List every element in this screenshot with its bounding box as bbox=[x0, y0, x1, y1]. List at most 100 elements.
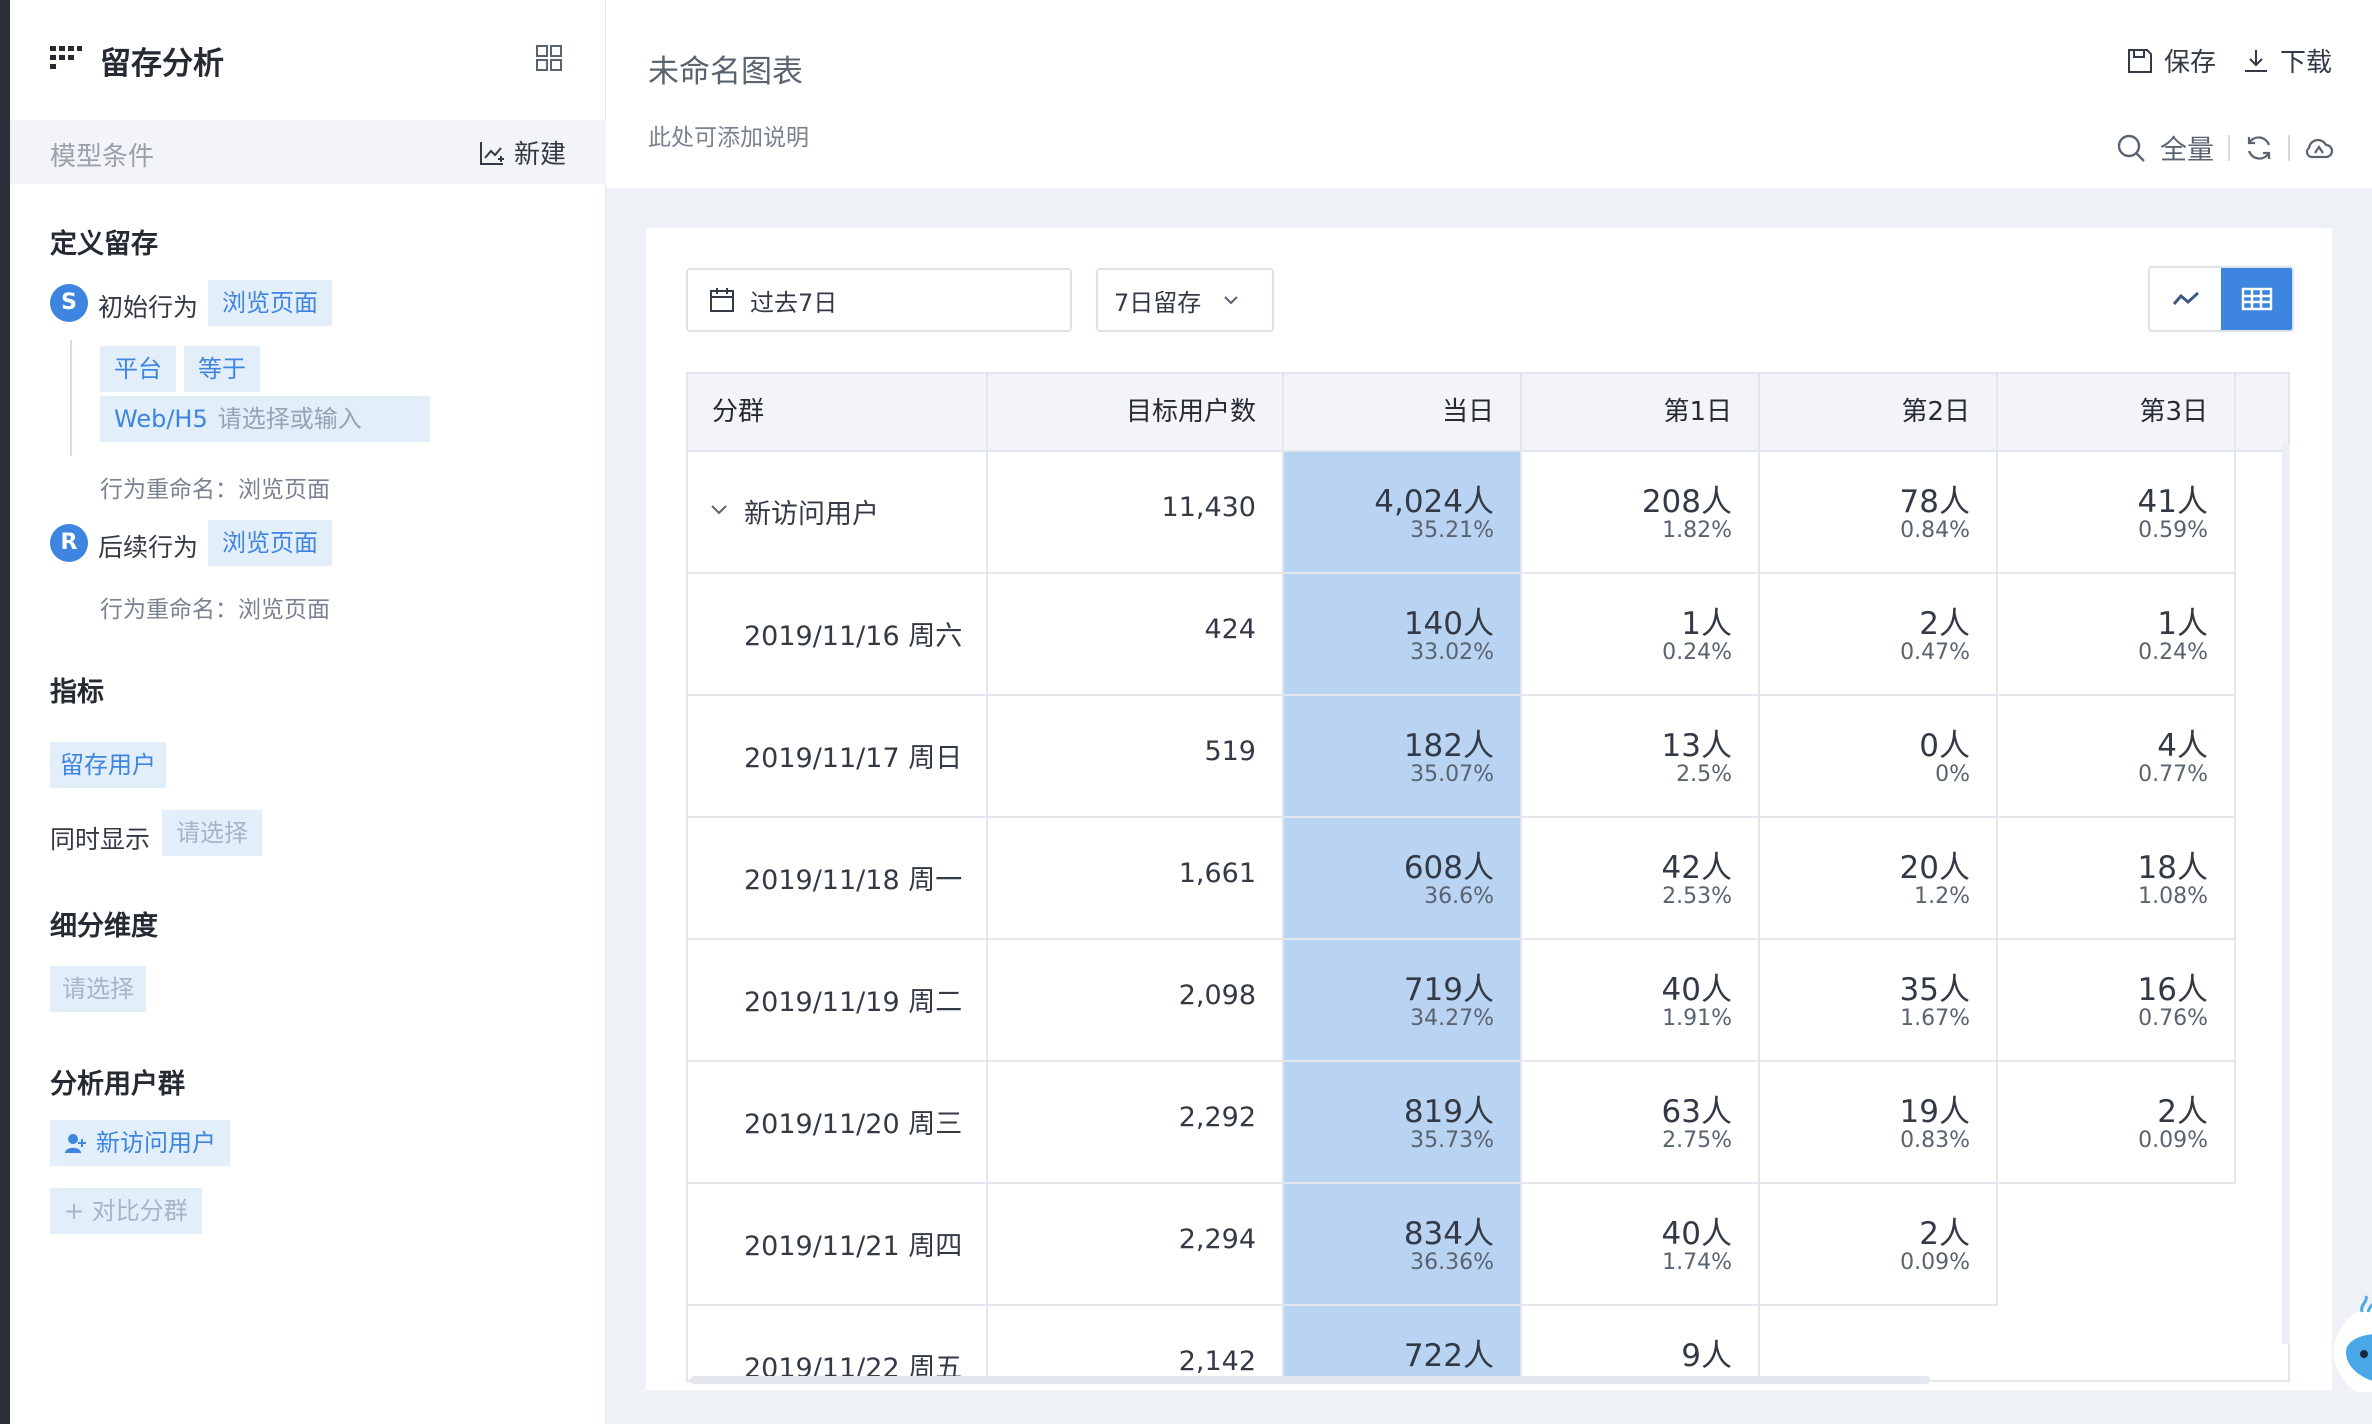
sidebar: 留存分析 模型条件 新建 定义留存 S 初始行为 浏览页面 平台 等于 Web/… bbox=[10, 0, 606, 1424]
followup-event-chip[interactable]: 浏览页面 bbox=[208, 520, 332, 566]
search-icon[interactable] bbox=[2116, 133, 2146, 163]
column-header[interactable]: 第1日 bbox=[1522, 374, 1760, 452]
retention-cell[interactable]: 722人 bbox=[1284, 1306, 1522, 1380]
retention-cell[interactable]: 834人 36.36% bbox=[1284, 1184, 1522, 1306]
target-users-value: 424 bbox=[1204, 614, 1256, 645]
tools-divider bbox=[2228, 134, 2230, 161]
filter-field-chip[interactable]: 平台 bbox=[100, 346, 176, 392]
new-button-label: 新建 bbox=[513, 140, 566, 170]
retention-app-icon bbox=[50, 46, 82, 69]
retention-rate: 1.08% bbox=[2138, 884, 2208, 909]
row-group-label: 2019/11/17 周日 bbox=[744, 743, 963, 774]
retention-cell[interactable]: 41人 0.59% bbox=[1998, 452, 2236, 574]
retention-cell[interactable]: 1人 0.24% bbox=[1998, 574, 2236, 696]
compare-segment-button[interactable]: + 对比分群 bbox=[50, 1188, 202, 1234]
download-button[interactable]: 下载 bbox=[2242, 42, 2332, 79]
table-view-button[interactable] bbox=[2221, 268, 2292, 330]
retention-cell[interactable]: 819人 35.73% bbox=[1284, 1062, 1522, 1184]
retention-cell[interactable]: 4人 0.77% bbox=[1998, 696, 2236, 818]
assistant-whale-icon[interactable] bbox=[2322, 1292, 2372, 1392]
also-show-select[interactable]: 请选择 bbox=[162, 810, 262, 856]
retention-cell[interactable]: 20人 1.2% bbox=[1760, 818, 1998, 940]
column-header[interactable]: 第2日 bbox=[1760, 374, 1998, 452]
metric-chip[interactable]: 留存用户 bbox=[50, 742, 166, 788]
retained-users-count: 1人 bbox=[2157, 606, 2208, 642]
retention-rate: 1.74% bbox=[1662, 1250, 1732, 1275]
retention-rate: 36.6% bbox=[1424, 884, 1494, 909]
column-header[interactable]: 目标用户数 bbox=[988, 374, 1284, 452]
column-header[interactable]: 当日 bbox=[1284, 374, 1522, 452]
chart-description[interactable]: 此处可添加说明 bbox=[648, 118, 809, 152]
retention-cell[interactable]: 2人 0.47% bbox=[1760, 574, 1998, 696]
retention-rate: 1.91% bbox=[1662, 1006, 1732, 1031]
retention-cell[interactable]: 63人 2.75% bbox=[1522, 1062, 1760, 1184]
retention-cell[interactable]: 42人 2.53% bbox=[1522, 818, 1760, 940]
retention-rate: 0% bbox=[1935, 762, 1970, 787]
target-users-cell: 1,661 bbox=[988, 818, 1284, 940]
define-retention-title: 定义留存 bbox=[50, 229, 158, 260]
segment-chip-label: 新访问用户 bbox=[96, 1129, 216, 1157]
dimension-select[interactable]: 请选择 bbox=[50, 966, 146, 1012]
followup-behavior-badge: R bbox=[50, 524, 88, 562]
retained-users-count: 2人 bbox=[2157, 1094, 2208, 1130]
retained-users-count: 78人 bbox=[1899, 484, 1970, 520]
retention-cell[interactable]: 208人 1.82% bbox=[1522, 452, 1760, 574]
initial-behavior-badge: S bbox=[50, 284, 88, 322]
segment-chip[interactable]: 新访问用户 bbox=[50, 1120, 230, 1166]
retention-cell[interactable]: 182人 35.07% bbox=[1284, 696, 1522, 818]
new-button[interactable]: 新建 bbox=[478, 134, 566, 171]
date-range-picker[interactable]: 过去7日 bbox=[686, 268, 1072, 332]
column-header[interactable]: 分群 bbox=[688, 374, 988, 452]
segment-row-toggle[interactable]: 新访问用户 bbox=[688, 452, 988, 574]
retention-type-value: 7日留存 bbox=[1114, 288, 1202, 317]
row-group-label: 2019/11/21 周四 bbox=[744, 1231, 963, 1262]
retention-cell[interactable]: 719人 34.27% bbox=[1284, 940, 1522, 1062]
retention-cell[interactable]: 40人 1.74% bbox=[1522, 1184, 1760, 1306]
retention-cell[interactable]: 2人 0.09% bbox=[1760, 1184, 1998, 1306]
retention-cell[interactable]: 18人 1.08% bbox=[1998, 818, 2236, 940]
retention-cell[interactable]: 78人 0.84% bbox=[1760, 452, 1998, 574]
retention-cell[interactable]: 2人 0.09% bbox=[1998, 1062, 2236, 1184]
retention-cell[interactable]: 35人 1.67% bbox=[1760, 940, 1998, 1062]
retained-users-count: 19人 bbox=[1899, 1094, 1970, 1130]
line-chart-icon bbox=[2172, 291, 2199, 305]
retention-cell[interactable]: 19人 0.83% bbox=[1760, 1062, 1998, 1184]
target-users-cell: 11,430 bbox=[988, 452, 1284, 574]
save-button[interactable]: 保存 bbox=[2126, 42, 2216, 79]
chart-title[interactable]: 未命名图表 bbox=[648, 46, 803, 91]
retention-cell[interactable]: 16人 0.76% bbox=[1998, 940, 2236, 1062]
retention-cell[interactable]: 40人 1.91% bbox=[1522, 940, 1760, 1062]
retained-users-count: 719人 bbox=[1403, 972, 1494, 1008]
retention-rate: 0.24% bbox=[1662, 640, 1732, 665]
grid-icon[interactable] bbox=[535, 44, 563, 72]
column-header[interactable]: 第3日 bbox=[1998, 374, 2236, 452]
vertical-scrollbar[interactable] bbox=[2282, 444, 2290, 1344]
retention-cell[interactable]: 0人 0% bbox=[1760, 696, 1998, 818]
retained-users-count: 42人 bbox=[1661, 850, 1732, 886]
retention-type-select[interactable]: 7日留存 bbox=[1096, 268, 1274, 332]
target-users-cell: 2,142 bbox=[988, 1306, 1284, 1380]
retention-cell[interactable]: 140人 33.02% bbox=[1284, 574, 1522, 696]
scope-label[interactable]: 全量 bbox=[2160, 128, 2214, 167]
filter-operator-chip[interactable]: 等于 bbox=[184, 346, 260, 392]
target-users-cell: 2,098 bbox=[988, 940, 1284, 1062]
retention-cell[interactable]: 13人 2.5% bbox=[1522, 696, 1760, 818]
refresh-icon[interactable] bbox=[2244, 133, 2274, 163]
retention-cell[interactable]: 9人 bbox=[1522, 1306, 1760, 1380]
retention-cell[interactable]: 1人 0.24% bbox=[1522, 574, 1760, 696]
retention-table: 分群 目标用户数 当日 第1日 第2日 第3日新访问用户 11,430 4,024人 35.21… bbox=[686, 372, 2290, 1382]
horizontal-scrollbar[interactable] bbox=[690, 1376, 1930, 1384]
retention-cell[interactable]: 4,024人 35.21% bbox=[1284, 452, 1522, 574]
retention-cell[interactable]: 608人 36.6% bbox=[1284, 818, 1522, 940]
chevron-down-icon[interactable] bbox=[708, 498, 730, 520]
table-icon bbox=[2241, 287, 2272, 311]
filter-value-input[interactable]: Web/H5 请选择或输入 bbox=[100, 396, 430, 442]
retained-users-count: 722人 bbox=[1403, 1338, 1494, 1374]
retention-rate: 1.67% bbox=[1900, 1006, 1970, 1031]
initial-event-chip[interactable]: 浏览页面 bbox=[208, 280, 332, 326]
cloud-icon[interactable] bbox=[2304, 133, 2334, 163]
table-row: 2019/11/18 周一 bbox=[688, 818, 988, 940]
target-users-value: 2,294 bbox=[1178, 1224, 1256, 1255]
line-view-button[interactable] bbox=[2150, 268, 2221, 330]
retained-users-count: 63人 bbox=[1661, 1094, 1732, 1130]
